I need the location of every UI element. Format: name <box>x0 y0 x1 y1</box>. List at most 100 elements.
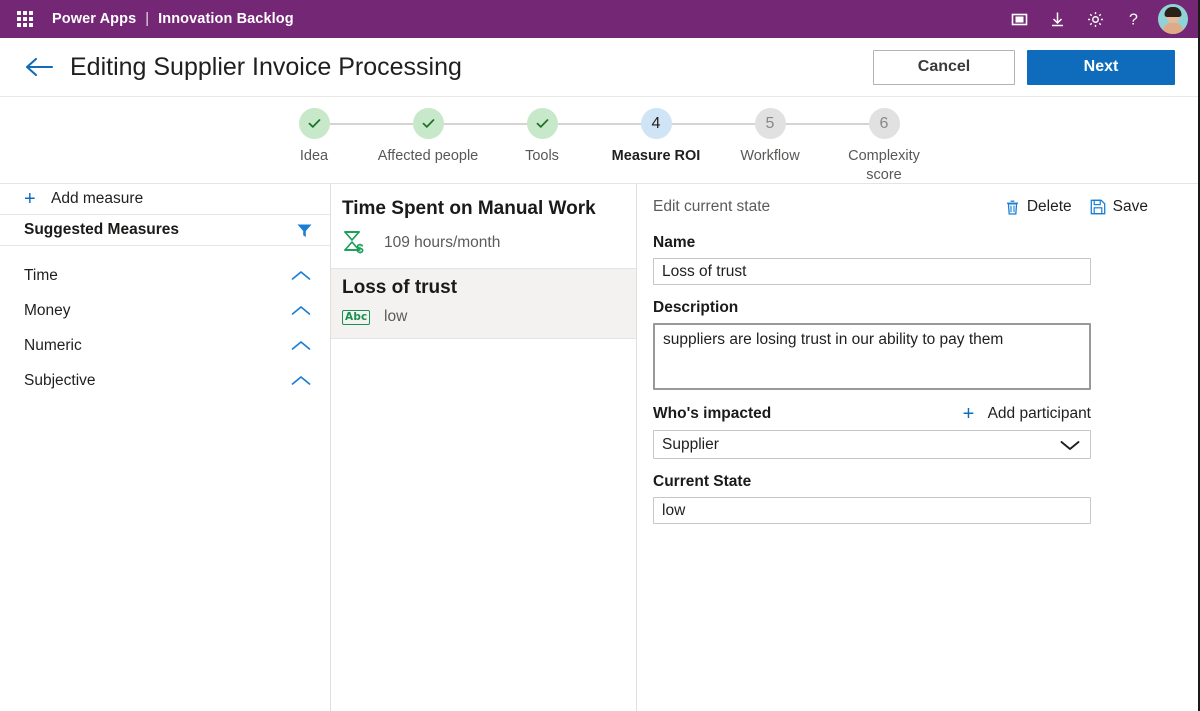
save-button[interactable]: Save <box>1090 198 1148 216</box>
app-launcher-icon[interactable] <box>10 4 40 34</box>
step-workflow[interactable]: 5 Workflow <box>713 108 884 166</box>
category-label: Numeric <box>24 336 82 354</box>
measure-value: 109 hours/month <box>384 233 501 251</box>
plus-icon: + <box>24 188 36 210</box>
plus-icon: + <box>962 403 975 425</box>
fit-to-screen-icon[interactable] <box>1000 0 1038 38</box>
hourglass-dollar-icon: $ <box>342 229 372 256</box>
wizard-stepper: Idea Affected people Tools 4 Measure ROI… <box>0 97 1198 184</box>
user-avatar[interactable] <box>1158 4 1188 34</box>
category-numeric[interactable]: Numeric <box>0 328 330 363</box>
step-circle-3[interactable] <box>526 108 558 139</box>
settings-gear-icon[interactable] <box>1076 0 1114 38</box>
step-label-2[interactable]: Affected people <box>378 147 479 166</box>
command-actions: Cancel Next <box>873 49 1175 85</box>
name-input[interactable] <box>653 258 1091 285</box>
save-floppy-icon <box>1090 199 1106 215</box>
description-textarea[interactable] <box>653 323 1091 390</box>
step-affected-people[interactable]: Affected people <box>371 108 542 166</box>
measure-list: Time Spent on Manual Work $ 109 hours/mo… <box>331 184 637 711</box>
suggested-measures-title: Suggested Measures <box>24 221 180 238</box>
measure-detail-panel: Edit current state Delete Save Name Loss… <box>637 184 1198 711</box>
chevron-up-icon[interactable] <box>290 339 312 353</box>
name-field-label: Name <box>653 234 696 251</box>
step-circle-2[interactable] <box>412 108 444 139</box>
chevron-down-icon[interactable] <box>1059 438 1081 452</box>
add-measure-button[interactable]: + Add measure <box>0 184 330 215</box>
chevron-up-icon[interactable] <box>290 304 312 318</box>
filter-icon[interactable] <box>296 222 313 239</box>
step-label-5[interactable]: Workflow <box>740 147 799 166</box>
cancel-button[interactable]: Cancel <box>873 49 1015 85</box>
abc-badge-label: Abc <box>342 309 371 325</box>
main-body: + Add measure Suggested Measures Time Mo… <box>0 184 1198 711</box>
step-label-3[interactable]: Tools <box>525 147 559 166</box>
step-complexity-score[interactable]: 6 Complexity score <box>827 108 941 185</box>
stepper-steps: Idea Affected people Tools 4 Measure ROI… <box>257 108 941 185</box>
step-idea[interactable]: Idea <box>257 108 428 166</box>
download-icon[interactable] <box>1038 0 1076 38</box>
step-circle-6[interactable]: 6 <box>868 108 900 139</box>
step-connector <box>542 123 656 125</box>
suggested-measures-header: Suggested Measures <box>0 215 330 246</box>
app-name[interactable]: Innovation Backlog <box>158 11 294 27</box>
check-icon <box>422 119 434 128</box>
step-label-4[interactable]: Measure ROI <box>612 147 701 166</box>
step-label-1[interactable]: Idea <box>300 147 328 166</box>
abc-text-icon: Abc <box>342 309 372 325</box>
measure-card-time-spent[interactable]: Time Spent on Manual Work $ 109 hours/mo… <box>331 190 636 269</box>
next-button[interactable]: Next <box>1027 49 1175 85</box>
description-field-label: Description <box>653 299 739 316</box>
whos-impacted-label: Who's impacted <box>653 405 772 422</box>
check-icon <box>536 119 548 128</box>
category-label: Subjective <box>24 371 96 389</box>
command-bar: Editing Supplier Invoice Processing Canc… <box>0 38 1198 97</box>
measure-value: low <box>384 308 408 325</box>
step-connector <box>428 123 542 125</box>
chevron-up-icon[interactable] <box>290 374 312 388</box>
step-circle-1[interactable] <box>298 108 330 139</box>
svg-text:?: ? <box>1129 11 1138 28</box>
edit-current-state-label: Edit current state <box>653 198 771 215</box>
svg-text:$: $ <box>356 241 364 256</box>
participant-select[interactable]: Supplier <box>653 430 1091 459</box>
measure-title: Loss of trust <box>342 277 458 298</box>
suite-bar: Power Apps | Innovation Backlog ? <box>0 0 1198 38</box>
brand: Power Apps | Innovation Backlog <box>52 11 294 27</box>
step-label-6[interactable]: Complexity score <box>832 147 936 185</box>
category-label: Money <box>24 301 71 319</box>
suite-bar-actions: ? <box>1000 0 1190 38</box>
impacted-row: Who's impacted + Add participant <box>653 404 1091 424</box>
step-tools[interactable]: Tools <box>485 108 656 166</box>
brand-separator: | <box>145 11 150 27</box>
add-measure-label: Add measure <box>51 190 144 207</box>
delete-button[interactable]: Delete <box>1005 198 1072 216</box>
step-circle-4[interactable]: 4 <box>640 108 672 139</box>
delete-label: Delete <box>1026 198 1072 215</box>
back-arrow-icon[interactable] <box>22 50 56 84</box>
participant-selected-value: Supplier <box>662 435 719 453</box>
chevron-up-icon[interactable] <box>290 269 312 283</box>
help-icon[interactable]: ? <box>1114 0 1152 38</box>
current-state-input[interactable] <box>653 497 1091 524</box>
add-participant-label: Add participant <box>987 405 1091 422</box>
category-label: Time <box>24 266 58 284</box>
add-participant-button[interactable]: + Add participant <box>963 404 1091 424</box>
step-connector <box>770 123 884 125</box>
avatar-body <box>1163 23 1183 34</box>
step-measure-roi[interactable]: 4 Measure ROI <box>599 108 770 166</box>
category-money[interactable]: Money <box>0 293 330 328</box>
avatar-hair <box>1164 7 1182 17</box>
save-label: Save <box>1112 198 1148 215</box>
step-circle-5[interactable]: 5 <box>754 108 786 139</box>
measure-value-row: Abc low <box>342 308 622 326</box>
product-name[interactable]: Power Apps <box>52 11 136 27</box>
app-window: Power Apps | Innovation Backlog ? Editin… <box>0 0 1200 711</box>
measure-card-loss-of-trust[interactable]: Loss of trust Abc low <box>331 269 636 339</box>
category-subjective[interactable]: Subjective <box>0 363 330 398</box>
detail-header: Edit current state Delete Save <box>637 194 1198 220</box>
check-icon <box>308 119 320 128</box>
detail-actions: Delete Save <box>1005 198 1148 216</box>
step-connector <box>314 123 428 125</box>
category-time[interactable]: Time <box>0 258 330 293</box>
